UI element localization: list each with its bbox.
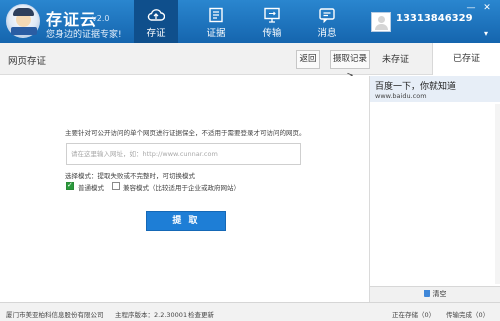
tab-label: 存证: [146, 28, 166, 39]
tab-saved[interactable]: 已存证: [433, 43, 500, 76]
history-panel: 百度一下，你就知道 www.baidu.com 清空: [369, 76, 500, 302]
app-logo: [6, 4, 40, 38]
storing-status[interactable]: 正在存储（0）: [392, 309, 435, 319]
avatar-body: [375, 24, 388, 30]
clear-history-button[interactable]: 清空: [370, 286, 500, 302]
description-text: 主要针对可公开访问的单个网页进行证据保全，不适用于需要登录才可访问的网页。: [65, 129, 306, 137]
compat-mode-label: 兼容模式（比较适用于企业或政府网站）: [123, 184, 240, 192]
logo-badge: [11, 27, 37, 35]
logo-cap: [13, 8, 34, 16]
url-input[interactable]: [66, 143, 301, 165]
mode-hint-text: 选择模式：提取失败或不完整时，可切换模式: [65, 172, 195, 180]
tab-messages[interactable]: 消息: [305, 0, 349, 43]
extract-button[interactable]: 提 取: [146, 211, 226, 231]
message-icon: [319, 8, 335, 23]
page-title: 网页存证: [8, 56, 47, 67]
check-update-link[interactable]: 检查更新: [188, 309, 214, 319]
clear-label: 清空: [432, 290, 447, 298]
main-panel: 主要针对可公开访问的单个网页进行证据保全，不适用于需要登录才可访问的网页。 选择…: [0, 76, 369, 302]
tab-transfer[interactable]: 传输: [250, 0, 294, 43]
version-info: 主程序版本：2.2.30001: [115, 311, 188, 319]
history-item-title: 百度一下，你就知道: [375, 82, 457, 92]
normal-mode-checkbox[interactable]: [66, 181, 74, 190]
toolbar: 网页存证 返回 摄取记录 >: [0, 43, 500, 81]
trash-icon: [423, 290, 430, 297]
tab-label: 证据: [206, 28, 226, 39]
history-scrollbar[interactable]: [495, 104, 500, 284]
monitor-transfer-icon: [264, 7, 280, 23]
app-slogan: 您身边的证据专家!: [46, 30, 122, 40]
company-name: 厦门市美亚柏科信息股份有限公司: [6, 311, 104, 319]
history-button[interactable]: 摄取记录 >: [330, 50, 370, 81]
user-avatar[interactable]: [371, 12, 391, 32]
status-bar: 厦门市美亚柏科信息股份有限公司 主程序版本：2.2.30001 检查更新 正在存…: [0, 302, 500, 321]
tab-unsaved[interactable]: 未存证: [382, 52, 409, 65]
normal-mode-label: 普通模式: [78, 184, 104, 192]
avatar-head: [378, 16, 385, 23]
cloud-upload-icon: [147, 9, 165, 21]
user-phone[interactable]: 13313846329: [396, 13, 473, 24]
app-version: v2.0: [92, 14, 110, 23]
tab-store-evidence[interactable]: 存证: [134, 0, 178, 43]
app-header: 存证云 v2.0 您身边的证据专家! 存证 证据 传输 消息 133138463…: [0, 0, 500, 43]
tab-label: 传输: [262, 28, 282, 39]
history-item-url: www.baidu.com: [375, 92, 427, 100]
close-button[interactable]: ✕: [481, 3, 493, 13]
back-button[interactable]: 返回: [296, 50, 320, 69]
compat-mode-checkbox[interactable]: [112, 182, 120, 190]
user-menu-chevron-icon[interactable]: ▾: [480, 29, 492, 39]
transfer-status[interactable]: 传输完成（0）: [446, 309, 489, 319]
history-item[interactable]: 百度一下，你就知道 www.baidu.com: [370, 76, 500, 102]
tab-evidence[interactable]: 证据: [194, 0, 238, 43]
tab-label: 消息: [317, 28, 337, 39]
minimize-button[interactable]: —: [465, 3, 477, 13]
document-list-icon: [209, 7, 223, 23]
